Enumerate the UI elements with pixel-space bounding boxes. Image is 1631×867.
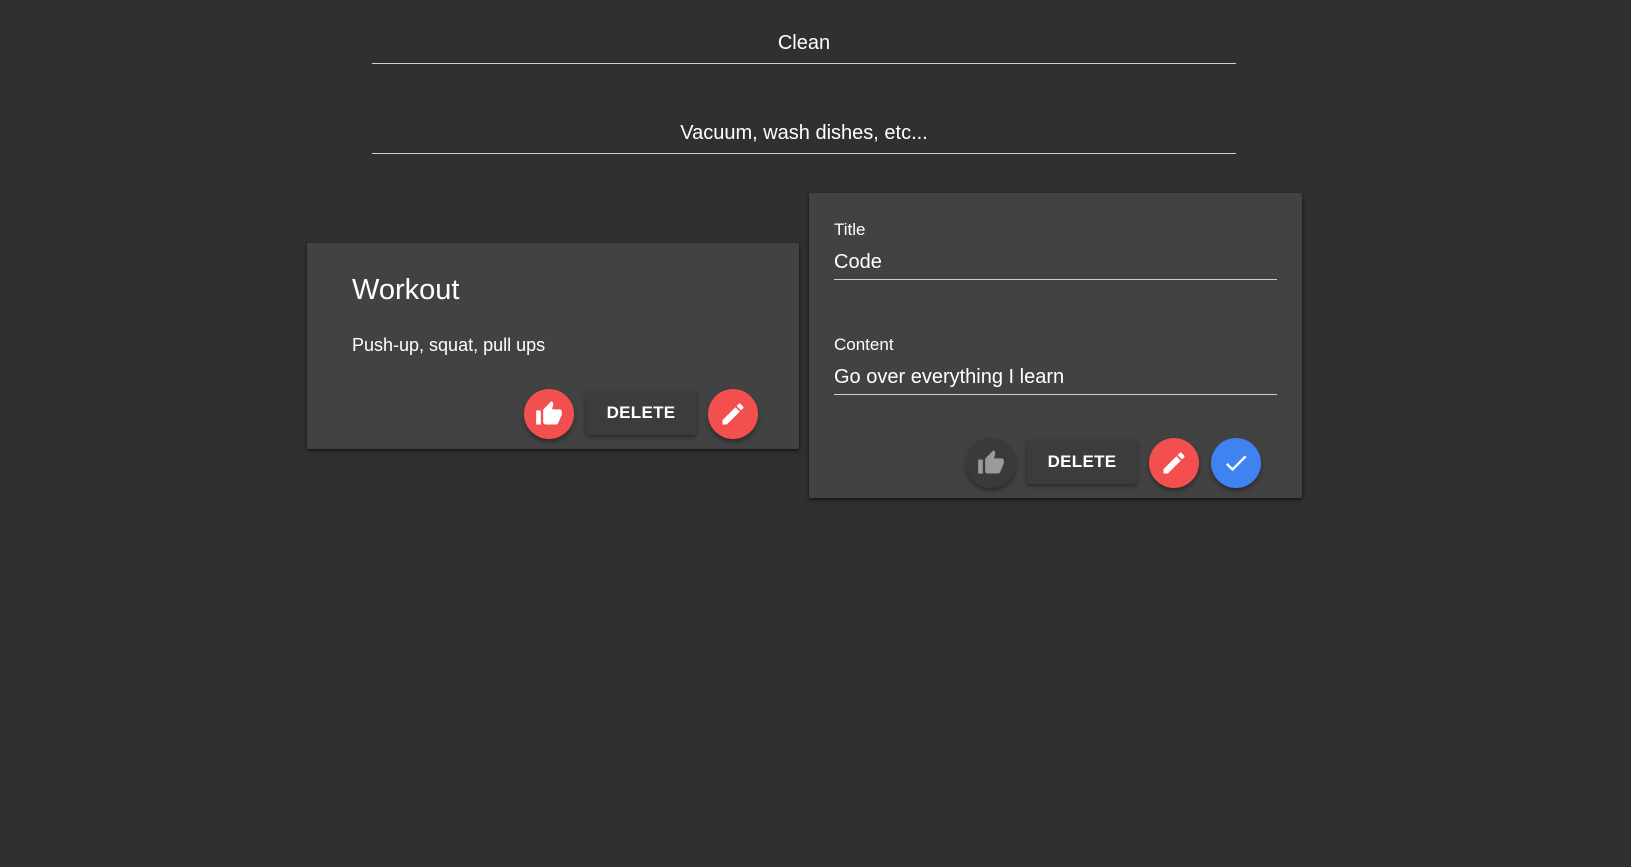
title-field[interactable] <box>834 245 1277 280</box>
create-content-field[interactable] <box>372 113 1236 154</box>
note-content: Push-up, squat, pull ups <box>352 335 546 355</box>
edit-button[interactable] <box>708 389 758 439</box>
delete-button[interactable]: DELETE <box>586 391 696 435</box>
app-root: Workout Push-up, squat, pull ups DELETE … <box>0 0 1631 867</box>
title-field-label: Title <box>834 220 866 239</box>
note-title: Workout <box>352 274 460 306</box>
content-input[interactable] <box>834 365 1277 389</box>
thumb-up-icon <box>978 450 1004 474</box>
create-title-input[interactable] <box>372 31 1236 55</box>
note-card: Workout Push-up, squat, pull ups DELETE <box>307 243 799 449</box>
like-button[interactable] <box>966 438 1016 488</box>
create-title-field[interactable] <box>372 23 1236 64</box>
delete-button[interactable]: DELETE <box>1027 440 1137 484</box>
pencil-icon <box>1163 452 1185 474</box>
thumb-up-icon <box>536 401 562 425</box>
note-card-editing: Title Content DELETE <box>809 193 1302 498</box>
like-button[interactable] <box>524 389 574 439</box>
check-icon <box>1225 455 1247 472</box>
edit-button[interactable] <box>1149 438 1199 488</box>
confirm-button[interactable] <box>1211 438 1261 488</box>
content-field-label: Content <box>834 335 894 354</box>
pencil-icon <box>722 403 744 425</box>
create-content-input[interactable] <box>372 121 1236 145</box>
title-input[interactable] <box>834 250 1277 274</box>
content-field[interactable] <box>834 360 1277 395</box>
